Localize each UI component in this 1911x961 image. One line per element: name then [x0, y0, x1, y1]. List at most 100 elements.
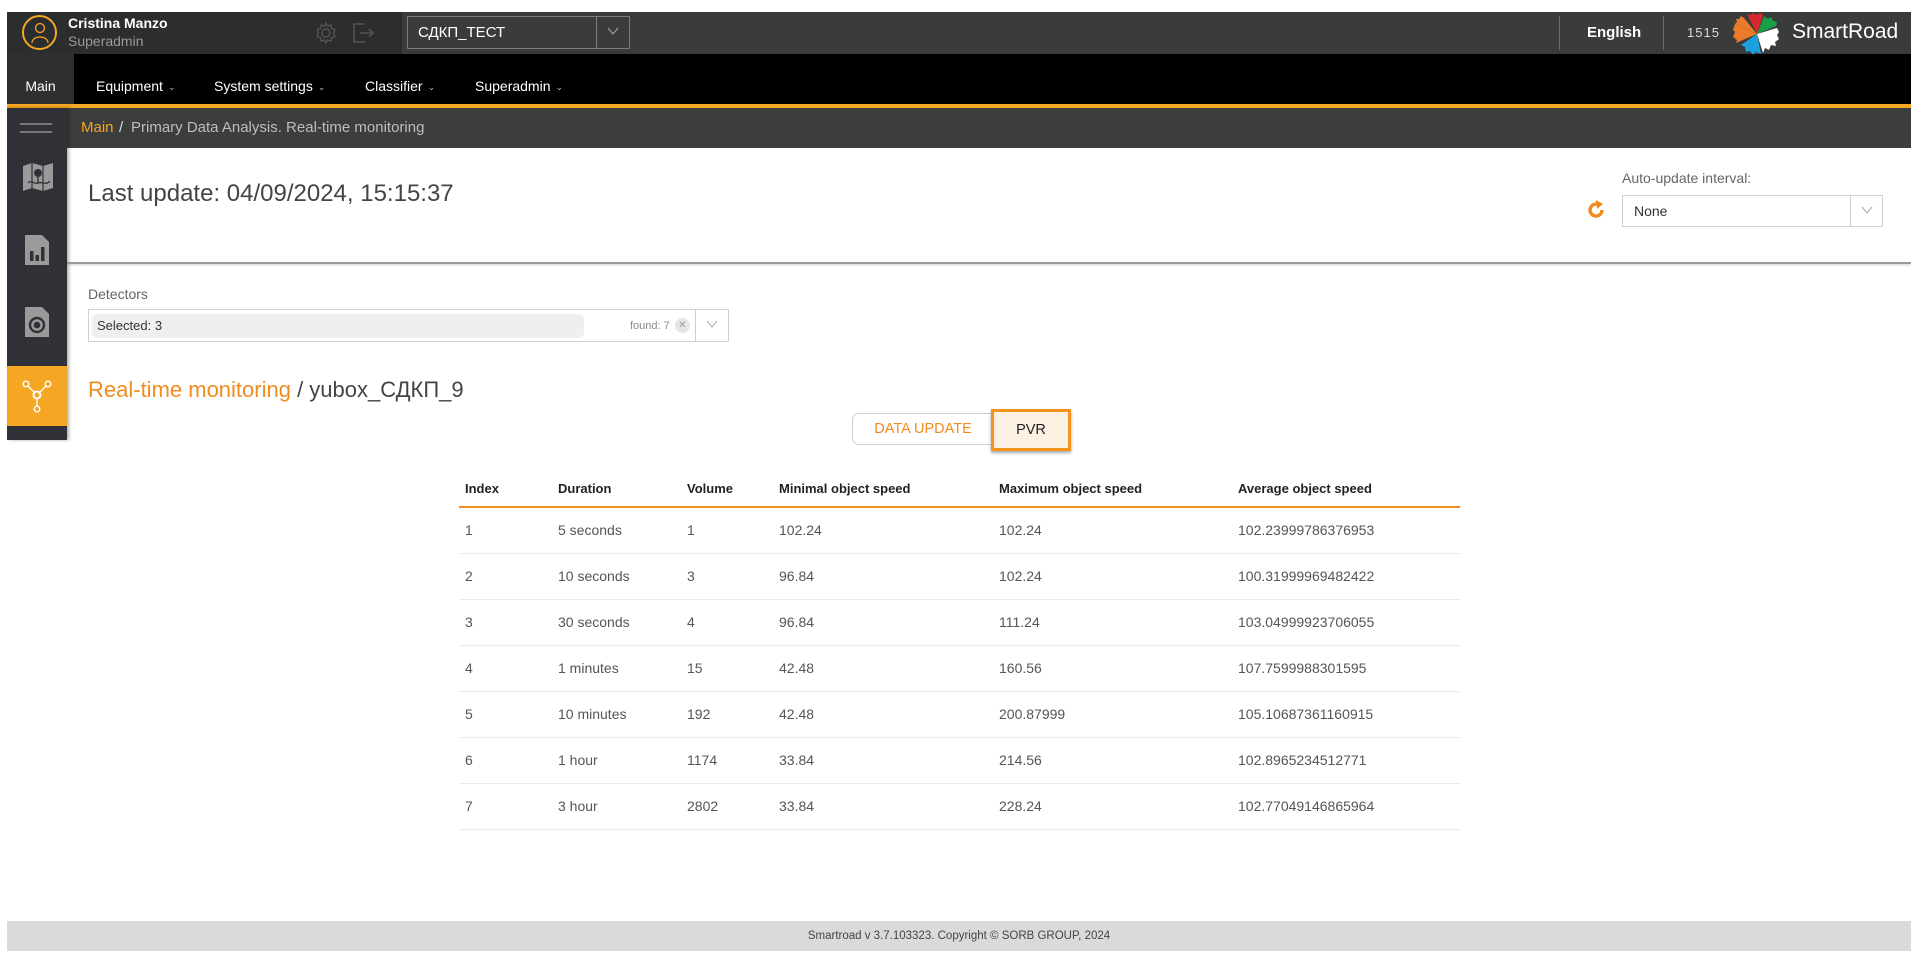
table-cell: 1174: [681, 737, 773, 784]
smartroad-logo-icon: [1733, 13, 1779, 55]
table-cell: 6: [459, 737, 552, 784]
brand-name: SmartRoad: [1792, 20, 1899, 43]
table-cell: 96.84: [773, 553, 993, 600]
site-select-value: СДКП_ТЕСТ: [418, 24, 506, 41]
clear-selection-icon[interactable]: ✕: [675, 318, 690, 333]
column-header: Index: [459, 470, 552, 508]
table-cell: 42.48: [773, 645, 993, 692]
avatar[interactable]: [22, 15, 57, 50]
pvr-button[interactable]: PVR: [991, 409, 1071, 451]
table-cell: 2: [459, 553, 552, 600]
table-row: 61 hour 1174 33.84 214.56 102.8965234512771: [459, 737, 1460, 784]
footer: Smartroad v 3.7.103323. Copyright © SORB…: [7, 921, 1911, 951]
title-detector-name: / yubox_СДКП_9: [290, 377, 464, 402]
table-cell: 7: [459, 783, 552, 830]
table-row: 41 minutes 15 42.48 160.56 107.7599988301595: [459, 645, 1460, 692]
chevron-down-icon: [1861, 206, 1873, 214]
column-header: Average object speed: [1232, 470, 1460, 508]
auto-update-label: Auto-update interval:: [1622, 170, 1752, 186]
table-cell: 111.24: [993, 599, 1232, 646]
table-cell: 5: [459, 691, 552, 738]
user-panel: Cristina Manzo Superadmin: [7, 12, 402, 54]
column-header: Maximum object speed: [993, 470, 1232, 508]
table-cell: 102.77049146865964: [1232, 783, 1460, 830]
breadcrumb-main-link[interactable]: Main: [81, 119, 114, 136]
auto-update-toggle[interactable]: [1850, 196, 1882, 226]
table-cell: 33.84: [773, 737, 993, 784]
table-cell: 105.10687361160915: [1232, 691, 1460, 738]
table-cell: 10 seconds: [552, 553, 681, 600]
table-cell: 3 hour: [552, 783, 681, 830]
report-chart-icon: [25, 235, 49, 265]
table-cell: 102.24: [993, 507, 1232, 554]
detectors-toggle[interactable]: [695, 310, 728, 341]
breadcrumb: Main / Primary Data Analysis. Real-time …: [67, 108, 1911, 148]
refresh-icon[interactable]: [1586, 200, 1606, 220]
table-header-row: Index Duration Volume Minimal object spe…: [459, 470, 1460, 508]
nav-item-classifier[interactable]: Classifier ⌄: [365, 54, 435, 104]
table-cell: 15: [681, 645, 773, 692]
nav-item-label: System settings: [214, 78, 313, 94]
table-cell: 96.84: [773, 599, 993, 646]
sidebar-item-map[interactable]: [7, 148, 67, 208]
detectors-multiselect[interactable]: Selected: 3 found: 7 ✕: [88, 309, 729, 342]
table-cell: 5 seconds: [552, 507, 681, 554]
gear-icon[interactable]: [314, 21, 338, 45]
site-select-toggle[interactable]: [596, 17, 629, 48]
detector-camera-icon: [25, 307, 49, 337]
site-select[interactable]: СДКП_ТЕСТ: [407, 16, 630, 49]
top-header: Cristina Manzo Superadmin СДКП_ТЕСТ Engl…: [7, 12, 1911, 55]
nav-item-system-settings[interactable]: System settings ⌄: [214, 54, 325, 104]
table-row: 5 10 minutes 192 42.48 200.87999 105.10687361…: [459, 691, 1460, 738]
table-row: 2 10 seconds 3 96.84 102.24 100.3199996948242…: [459, 553, 1460, 600]
table-cell: 102.24: [993, 553, 1232, 600]
breadcrumb-current: Primary Data Analysis. Real-time monitor…: [131, 119, 425, 136]
chevron-down-icon: [706, 320, 718, 328]
nav-item-equipment[interactable]: Equipment ⌄: [96, 54, 175, 104]
last-update-text: Last update: 04/09/2024, 15:15:37: [88, 180, 454, 207]
table-cell: 1 hour: [552, 737, 681, 784]
title-monitoring-link[interactable]: Real-time monitoring: [88, 377, 291, 402]
table-cell: 1 minutes: [552, 645, 681, 692]
detectors-selected-text: Selected: 3: [97, 318, 163, 333]
table-cell: 102.8965234512771: [1232, 737, 1460, 784]
table-cell: 192: [681, 691, 773, 738]
table-cell: 102.23999786376953: [1232, 507, 1460, 554]
sidebar-item-monitoring[interactable]: [7, 366, 67, 426]
detectors-selected-chip[interactable]: Selected: 3: [92, 314, 584, 338]
sidebar: [7, 108, 67, 440]
table-cell: 3: [459, 599, 552, 646]
table-cell: 4: [681, 599, 773, 646]
table-row: 15 seconds 1 102.24 102.24 102.2399978637695…: [459, 507, 1460, 554]
table-cell: 10 minutes: [552, 691, 681, 738]
header-divider: [1559, 16, 1560, 50]
table-row: 73 hour 2802 33.84 228.24 102.77049146865964: [459, 783, 1460, 830]
table-cell: 1: [459, 507, 552, 554]
nav-item-label: Classifier: [365, 78, 423, 94]
clock: 1515: [1687, 25, 1720, 40]
detectors-found-count: found: 7: [630, 320, 670, 332]
nav-item-label: Equipment: [96, 78, 163, 94]
table-cell: 4: [459, 645, 552, 692]
nav-item-label: Superadmin: [475, 78, 551, 94]
table-cell: 100.31999969482422: [1232, 553, 1460, 600]
table-row: 3 30 seconds 4 96.84 111.24 103.0499992370605…: [459, 599, 1460, 646]
section-divider: [67, 262, 1911, 264]
sidebar-item-detectors[interactable]: [7, 293, 67, 353]
table-cell: 200.87999: [993, 691, 1232, 738]
nav-item-main[interactable]: Main: [7, 54, 74, 104]
menu-toggle-icon[interactable]: [20, 123, 52, 133]
user-role: Superadmin: [68, 33, 144, 49]
language-switch[interactable]: English: [1587, 24, 1641, 41]
nav-item-superadmin[interactable]: Superadmin ⌄: [475, 54, 563, 104]
main-nav: Main Equipment ⌄ System settings ⌄ Classif…: [7, 54, 1911, 104]
table-cell: 33.84: [773, 783, 993, 830]
data-update-button[interactable]: DATA UPDATE: [853, 414, 993, 444]
network-nodes-icon: [22, 380, 52, 413]
column-header: Duration: [552, 470, 681, 508]
table-cell: 30 seconds: [552, 599, 681, 646]
auto-update-select[interactable]: None: [1622, 195, 1883, 227]
logout-icon[interactable]: [351, 21, 377, 45]
sidebar-item-reports[interactable]: [7, 221, 67, 281]
page-title: Real-time monitoring / yubox_СДКП_9: [88, 377, 464, 403]
